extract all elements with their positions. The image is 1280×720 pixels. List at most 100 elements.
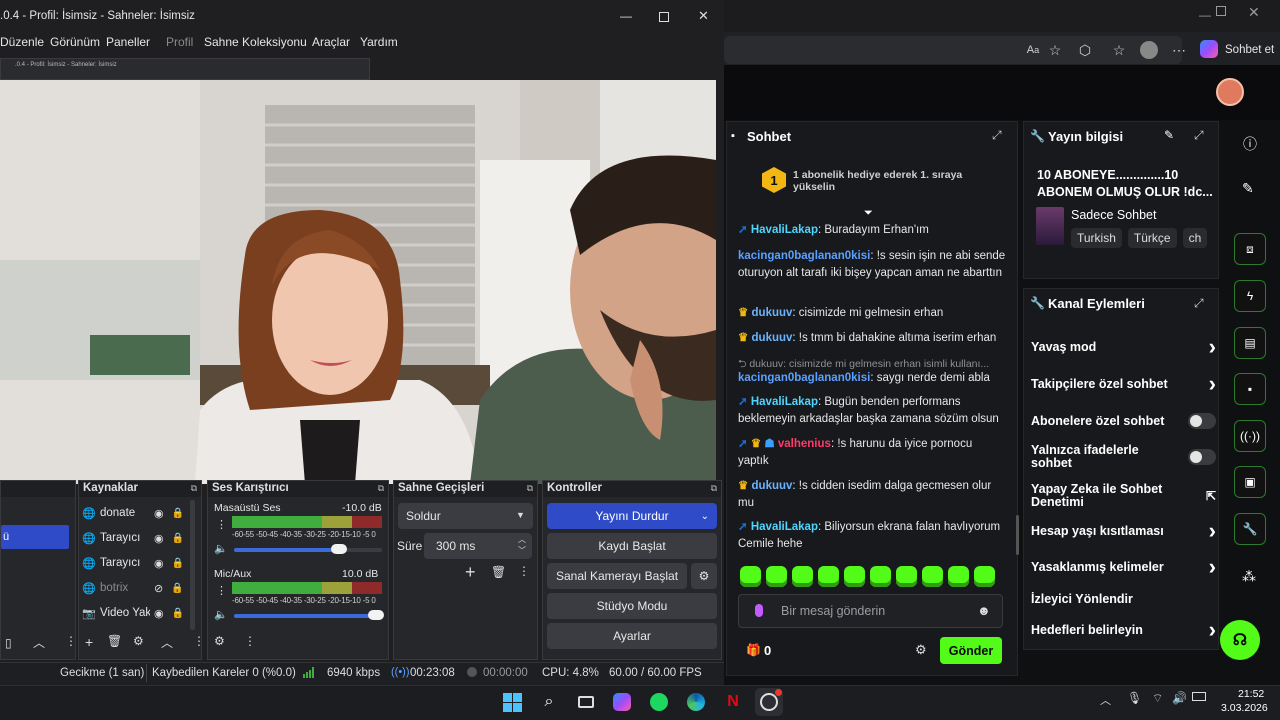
- extensions-icon[interactable]: ⬡: [1074, 39, 1096, 61]
- emote-icon[interactable]: [948, 566, 969, 587]
- chevron-right-icon[interactable]: ›: [1209, 556, 1216, 578]
- notes-icon[interactable]: ▤: [1234, 327, 1266, 359]
- emoji-icon[interactable]: ☻: [977, 603, 991, 618]
- maximize-icon[interactable]: [659, 12, 669, 22]
- trash-icon[interactable]: 🗑: [107, 634, 122, 648]
- chevron-right-icon[interactable]: ›: [1209, 373, 1216, 395]
- chat-username[interactable]: dukuuv: [752, 480, 793, 492]
- read-aloud-icon[interactable]: Aa: [1022, 39, 1044, 61]
- support-headset-icon[interactable]: ☊: [1220, 620, 1260, 660]
- obs-taskbar-icon[interactable]: [755, 688, 783, 716]
- lightning-icon[interactable]: ϟ: [1234, 280, 1266, 312]
- chevron-down-icon[interactable]: ⌄: [701, 511, 709, 522]
- toggle-switch[interactable]: [1188, 413, 1216, 429]
- start-recording-button[interactable]: Kaydı Başlat: [547, 533, 717, 559]
- volume-icon[interactable]: 🔊: [1172, 691, 1187, 705]
- source-item[interactable]: 🌐 donate ◉ 🔒: [82, 502, 192, 524]
- volume-slider-thumb[interactable]: [331, 544, 347, 554]
- chat-username[interactable]: dukuuv: [752, 307, 793, 319]
- lock-icon[interactable]: 🔒: [172, 508, 184, 519]
- stop-streaming-button[interactable]: Yayını Durdur ⌄: [547, 503, 717, 529]
- channel-action-row[interactable]: Yasaklanmış kelimeler ›: [1031, 555, 1216, 579]
- external-link-icon[interactable]: ⇱: [1206, 489, 1216, 503]
- dock-float-icon[interactable]: ⧉: [711, 483, 717, 494]
- chat-scrollbar[interactable]: [1016, 515, 1019, 555]
- eye-hidden-icon[interactable]: ⊘: [154, 582, 163, 595]
- toggle-switch[interactable]: [1188, 449, 1216, 465]
- chat-username[interactable]: HavaliLakap: [751, 521, 818, 533]
- microphone-icon[interactable]: 🎙: [1127, 691, 1142, 705]
- emote-icon[interactable]: [896, 566, 917, 587]
- verified-icon[interactable]: ➚: [738, 224, 751, 236]
- sub-icon[interactable]: ☗: [764, 438, 778, 450]
- verified-icon[interactable]: ➚: [738, 521, 751, 533]
- edge-icon[interactable]: [682, 688, 710, 716]
- chat-username[interactable]: dukuuv: [752, 332, 793, 344]
- more-icon[interactable]: ⋮: [193, 634, 205, 648]
- clock-time[interactable]: 21:52: [1238, 688, 1264, 700]
- info-icon[interactable]: ⓘ: [1240, 134, 1260, 154]
- pencil-icon[interactable]: ✎: [1242, 180, 1254, 197]
- crown-icon[interactable]: ♛: [738, 480, 752, 492]
- source-item[interactable]: 📷 Video Yakalama ◉ 🔒: [82, 602, 192, 624]
- transition-select[interactable]: Soldur ▼: [398, 503, 533, 529]
- emote-icon[interactable]: [922, 566, 943, 587]
- send-button[interactable]: Gönder: [940, 637, 1002, 664]
- add-transition-icon[interactable]: +: [465, 562, 476, 583]
- chat-username[interactable]: HavaliLakap: [751, 396, 818, 408]
- emote-icon[interactable]: [740, 566, 761, 587]
- studio-mode-button[interactable]: Stüdyo Modu: [547, 593, 717, 619]
- clock-date[interactable]: 3.03.2026: [1221, 702, 1268, 714]
- maximize-icon[interactable]: [1216, 6, 1226, 16]
- emote-icon[interactable]: [792, 566, 813, 587]
- spotify-icon[interactable]: [645, 688, 673, 716]
- chevron-up-icon[interactable]: ︿: [518, 534, 526, 545]
- apps-icon[interactable]: ⁂: [1242, 568, 1256, 585]
- verified-icon[interactable]: ➚: [738, 396, 751, 408]
- copilot-icon[interactable]: [1200, 40, 1218, 58]
- chat-username[interactable]: kacingan0baglanan0kisi: [738, 372, 870, 384]
- eye-icon[interactable]: ◉: [154, 607, 164, 620]
- volume-slider[interactable]: [234, 544, 382, 554]
- close-icon[interactable]: ✕: [698, 8, 709, 24]
- menu-item[interactable]: Yardım: [360, 35, 398, 49]
- chevron-up-icon[interactable]: ︿: [1100, 692, 1111, 708]
- minimize-icon[interactable]: —: [620, 9, 632, 23]
- eye-icon[interactable]: ◉: [154, 557, 164, 570]
- volume-slider-thumb[interactable]: [368, 610, 384, 620]
- chat-input[interactable]: Bir mesaj gönderin ☻: [738, 594, 1003, 628]
- channel-action-row[interactable]: Yalnızca ifadelerle sohbet: [1031, 444, 1216, 470]
- battery-icon[interactable]: [1192, 692, 1206, 701]
- dock-float-icon[interactable]: ⧉: [191, 483, 197, 494]
- popout-icon[interactable]: ⤢: [992, 128, 1006, 142]
- tools-icon[interactable]: 🔧: [1234, 513, 1266, 545]
- lock-icon[interactable]: 🔒: [171, 583, 183, 594]
- user-avatar[interactable]: [1216, 78, 1244, 106]
- source-item[interactable]: 🌐 botrix ⊘ 🔒: [82, 577, 192, 599]
- chevron-up-icon[interactable]: ︿: [33, 634, 45, 651]
- virtual-camera-settings-icon[interactable]: ⚙: [691, 563, 717, 589]
- add-icon[interactable]: +: [85, 634, 93, 650]
- copilot-taskbar-icon[interactable]: [608, 688, 636, 716]
- chat-settings-icon[interactable]: ⚙: [915, 642, 927, 658]
- menu-item[interactable]: Profil: [166, 35, 193, 49]
- lock-icon[interactable]: 🔒: [172, 608, 184, 619]
- channel-action-row[interactable]: Hedefleri belirleyin ›: [1031, 618, 1216, 642]
- menu-item[interactable]: Görünüm: [50, 35, 100, 49]
- emote-icon[interactable]: [818, 566, 839, 587]
- emote-icon[interactable]: [974, 566, 995, 587]
- source-item[interactable]: 🌐 Tarayıcı ◉ 🔒: [82, 552, 192, 574]
- volume-icon[interactable]: 🔈: [214, 608, 228, 621]
- netflix-icon[interactable]: N: [719, 688, 747, 716]
- dock-float-icon[interactable]: ⧉: [527, 483, 533, 494]
- channel-action-row[interactable]: Abonelere özel sohbet: [1031, 409, 1216, 433]
- favorites-icon[interactable]: ☆: [1108, 39, 1130, 61]
- emote-icon[interactable]: [870, 566, 891, 587]
- trash-icon[interactable]: 🗑: [491, 565, 506, 579]
- start-virtual-camera-button[interactable]: Sanal Kamerayı Başlat: [547, 563, 687, 589]
- copilot-label[interactable]: Sohbet et: [1225, 44, 1274, 56]
- mixer-settings-icon[interactable]: ⚙: [214, 634, 225, 648]
- pinned-collapse-icon[interactable]: ⏷: [864, 207, 873, 220]
- profile-avatar[interactable]: [1140, 41, 1158, 59]
- edit-icon[interactable]: ✎: [1164, 128, 1174, 142]
